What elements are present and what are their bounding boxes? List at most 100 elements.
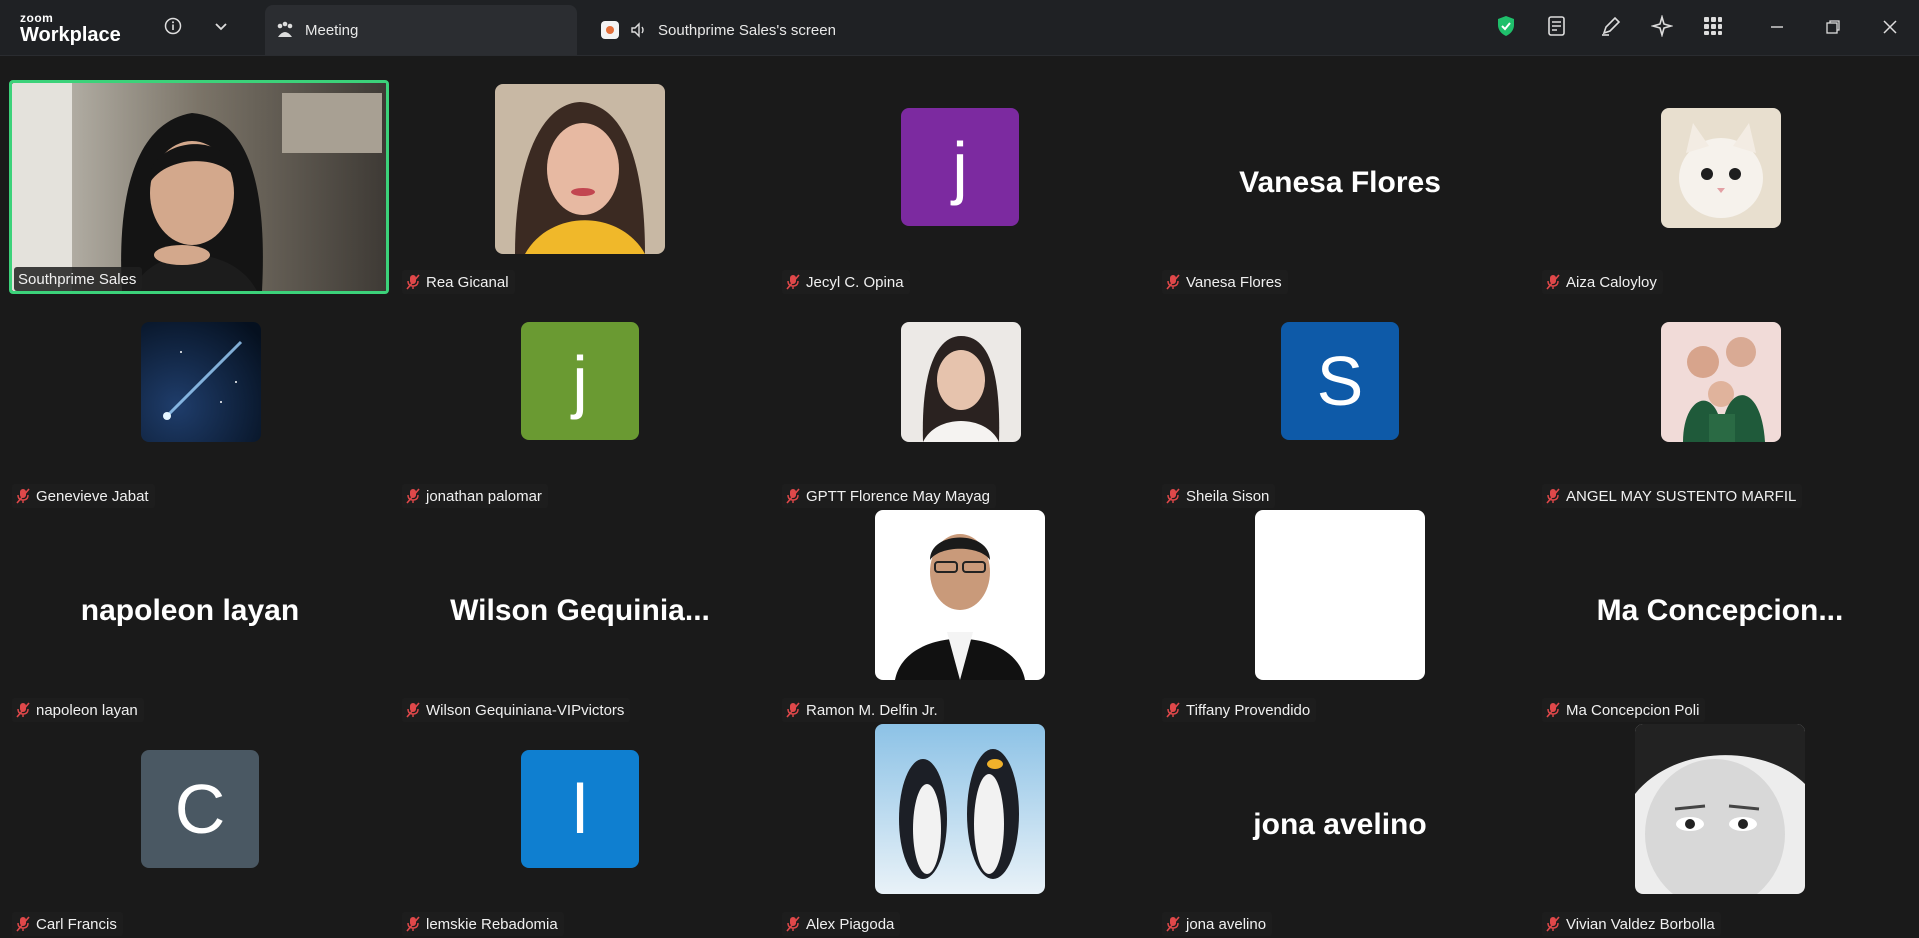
participant-name: Aiza Caloyloy [1566, 273, 1657, 291]
mic-muted-icon [16, 916, 30, 932]
chevron-down-icon[interactable] [209, 14, 233, 38]
participant-name: ANGEL MAY SUSTENTO MARFIL [1566, 487, 1797, 505]
title-bar: zoom Workplace Meeting Southprime Sales'… [0, 0, 1919, 56]
participant-name-tag: Aiza Caloyloy [1542, 270, 1663, 294]
participant-video [12, 83, 386, 291]
participant-tile[interactable]: Vanesa Flores Vanesa Flores [1150, 80, 1530, 294]
participant-initial: j [901, 108, 1019, 226]
participant-photo [1635, 724, 1805, 894]
participant-tile[interactable]: Rea Gicanal [390, 80, 770, 294]
participant-name-tag: GPTT Florence May Mayag [782, 484, 996, 508]
participant-name-tag: Vanesa Flores [1162, 270, 1288, 294]
participant-tile[interactable]: Alex Piagoda [770, 722, 1150, 936]
participant-name: Genevieve Jabat [36, 487, 149, 505]
participant-initial: C [141, 750, 259, 868]
participant-name-tag: napoleon layan [12, 698, 144, 722]
participant-photo [495, 84, 665, 254]
participant-tile[interactable]: Vivian Valdez Borbolla [1530, 722, 1910, 936]
participant-tile[interactable]: Tiffany Provendido [1150, 508, 1530, 722]
participant-name-tag: Genevieve Jabat [12, 484, 155, 508]
security-shield-icon[interactable] [1494, 14, 1518, 38]
participant-tile[interactable]: l lemskie Rebadomia [390, 722, 770, 936]
participant-photo [1661, 108, 1781, 228]
mic-muted-icon [786, 274, 800, 290]
participant-name: Tiffany Provendido [1186, 701, 1311, 719]
participant-name: napoleon layan [36, 701, 138, 719]
participant-name-tag: Wilson Gequiniana-VIPvictors [402, 698, 631, 722]
participant-name: Alex Piagoda [806, 915, 895, 933]
participant-tile[interactable]: j Jecyl C. Opina [770, 80, 1150, 294]
participant-name-tag: Vivian Valdez Borbolla [1542, 912, 1721, 936]
participant-photo [1255, 510, 1425, 680]
participant-name-tag: Alex Piagoda [782, 912, 901, 936]
participant-display-name: Vanesa Flores [1239, 166, 1441, 199]
mic-muted-icon [406, 274, 420, 290]
participant-name: Sheila Sison [1186, 487, 1270, 505]
participant-tile[interactable]: Southprime Sales [9, 80, 389, 294]
meeting-icon [275, 21, 305, 39]
participant-initial: S [1281, 322, 1399, 440]
participant-tile[interactable]: Wilson Gequinia... Wilson Gequiniana-VIP… [390, 508, 770, 722]
minimize-icon[interactable] [1766, 16, 1788, 38]
participant-tile[interactable]: C Carl Francis [0, 722, 380, 936]
participant-name: Ramon M. Delfin Jr. [806, 701, 938, 719]
info-icon[interactable] [161, 14, 185, 38]
gallery-view: Southprime Sales Rea Gicanal j Jecyl C. … [0, 56, 1919, 938]
mic-muted-icon [1166, 702, 1180, 718]
participant-display-name: jona avelino [1253, 808, 1427, 841]
tab-meeting[interactable]: Meeting [265, 5, 577, 55]
participant-tile[interactable]: j jonathan palomar [390, 294, 770, 508]
participant-tile[interactable]: GPTT Florence May Mayag [770, 294, 1150, 508]
participant-display-name: napoleon layan [80, 594, 300, 627]
mic-muted-icon [1546, 702, 1560, 718]
app-thumbnail-icon [600, 20, 630, 40]
participant-name: jonathan palomar [426, 487, 542, 505]
participant-tile[interactable]: Genevieve Jabat [0, 294, 380, 508]
participant-tile[interactable]: Aiza Caloyloy [1530, 80, 1910, 294]
participant-name: Carl Francis [36, 915, 117, 933]
tab-label: Meeting [305, 21, 359, 39]
mic-muted-icon [1166, 488, 1180, 504]
participant-initial: j [521, 322, 639, 440]
participant-photo [141, 322, 261, 442]
participant-name-tag: jona avelino [1162, 912, 1273, 936]
participant-name-tag: Jecyl C. Opina [782, 270, 910, 294]
tab-shared-screen[interactable]: Southprime Sales's screen [600, 5, 860, 55]
participant-photo [901, 322, 1021, 442]
participant-name-tag: ANGEL MAY SUSTENTO MARFIL [1542, 484, 1803, 508]
logo-bottom: Workplace [20, 24, 121, 46]
participant-photo [1661, 322, 1781, 442]
participant-display-name: Ma Concepcion... [1596, 594, 1844, 627]
participant-tile[interactable]: S Sheila Sison [1150, 294, 1530, 508]
annotate-pen-icon[interactable] [1599, 14, 1623, 38]
mic-muted-icon [406, 488, 420, 504]
mic-muted-icon [406, 916, 420, 932]
participant-name: Southprime Sales [18, 270, 137, 288]
participant-name-tag: jonathan palomar [402, 484, 548, 508]
participant-tile[interactable]: jona avelino jona avelino [1150, 722, 1530, 936]
mic-muted-icon [1166, 274, 1180, 290]
participant-name: Vivian Valdez Borbolla [1566, 915, 1715, 933]
ai-companion-icon[interactable] [1650, 14, 1674, 38]
restore-icon[interactable] [1822, 16, 1844, 38]
participant-tile[interactable]: Ramon M. Delfin Jr. [770, 508, 1150, 722]
close-icon[interactable] [1879, 16, 1901, 38]
participant-initial: l [521, 750, 639, 868]
participant-name: Wilson Gequiniana-VIPvictors [426, 701, 625, 719]
tab-label: Southprime Sales's screen [658, 21, 836, 39]
participant-name: Vanesa Flores [1186, 273, 1282, 291]
participant-name-tag: Ma Concepcion Poli [1542, 698, 1706, 722]
mic-muted-icon [16, 488, 30, 504]
participant-name: lemskie Rebadomia [426, 915, 558, 933]
notes-icon[interactable] [1545, 14, 1569, 38]
participant-tile[interactable]: napoleon layan napoleon layan [0, 508, 380, 722]
apps-grid-icon[interactable] [1701, 14, 1725, 38]
participant-name-tag: Ramon M. Delfin Jr. [782, 698, 944, 722]
participant-tile[interactable]: ANGEL MAY SUSTENTO MARFIL [1530, 294, 1910, 508]
mic-muted-icon [786, 702, 800, 718]
participant-tile[interactable]: Ma Concepcion... Ma Concepcion Poli [1530, 508, 1910, 722]
participant-name-tag: Southprime Sales [14, 267, 143, 291]
participant-name: GPTT Florence May Mayag [806, 487, 990, 505]
participant-name: Jecyl C. Opina [806, 273, 904, 291]
participant-name-tag: Tiffany Provendido [1162, 698, 1317, 722]
